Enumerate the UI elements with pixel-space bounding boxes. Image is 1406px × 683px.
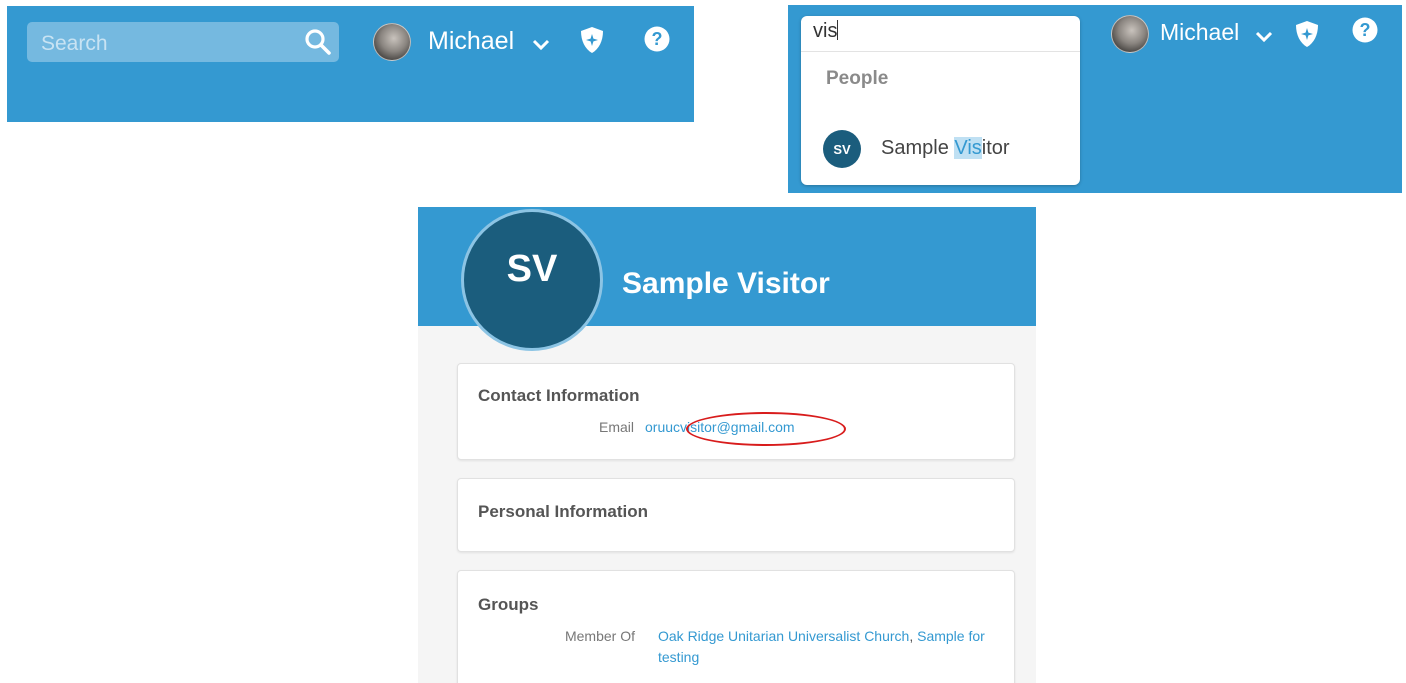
groups-title: Groups [478, 595, 539, 614]
shield-icon[interactable] [579, 26, 605, 54]
user-avatar[interactable] [373, 23, 411, 61]
contact-information-title: Contact Information [478, 386, 640, 405]
groups-card: Groups Member Of Oak Ridge Unitarian Uni… [457, 570, 1015, 683]
result-name-before: Sample [881, 137, 955, 159]
search-icon[interactable] [304, 28, 332, 56]
contact-information-card: Contact Information Email oruucvisitor@g… [457, 363, 1015, 460]
svg-text:?: ? [652, 29, 663, 49]
search-results-panel: vis People SV Sample Visitor Michael ? [788, 5, 1402, 193]
search-query-input[interactable]: vis [801, 16, 1080, 52]
search-placeholder: Search [41, 32, 108, 55]
header-bar: Search Michael ? [7, 6, 694, 122]
results-section-label: People [826, 68, 889, 89]
help-icon[interactable]: ? [644, 26, 670, 52]
shield-icon[interactable] [1294, 20, 1320, 48]
result-avatar: SV [823, 130, 861, 168]
user-menu-name[interactable]: Michael [1160, 19, 1239, 46]
personal-information-title: Personal Information [478, 502, 649, 521]
search-query-text: vis [813, 20, 838, 42]
search-dropdown: vis People SV Sample Visitor [801, 16, 1080, 185]
member-of-label: Member Of [564, 628, 635, 644]
result-name-after: itor [981, 137, 1010, 159]
group-link-oak-ridge[interactable]: Oak Ridge Unitarian Universalist Church [658, 628, 909, 644]
user-avatar[interactable] [1111, 15, 1149, 53]
result-name-match: Vis [954, 137, 982, 159]
chevron-down-icon[interactable] [532, 39, 550, 51]
profile-name: Sample Visitor [622, 267, 830, 300]
help-icon[interactable]: ? [1352, 17, 1378, 43]
member-of-value: Oak Ridge Unitarian Universalist Church,… [658, 626, 998, 668]
email-label: Email [598, 419, 634, 435]
svg-text:?: ? [1360, 20, 1371, 40]
search-input[interactable]: Search [27, 22, 339, 62]
personal-information-card: Personal Information [457, 478, 1015, 552]
user-menu-name[interactable]: Michael [428, 27, 514, 56]
group-separator: , [909, 628, 918, 644]
annotation-circle [686, 412, 846, 446]
result-name: Sample Visitor [881, 137, 1010, 160]
profile-panel: SV Sample Visitor Contact Information Em… [418, 207, 1036, 683]
text-caret [837, 20, 839, 40]
profile-avatar: SV [461, 209, 603, 351]
chevron-down-icon[interactable] [1255, 31, 1273, 43]
search-result-item[interactable]: SV Sample Visitor [801, 124, 1080, 168]
